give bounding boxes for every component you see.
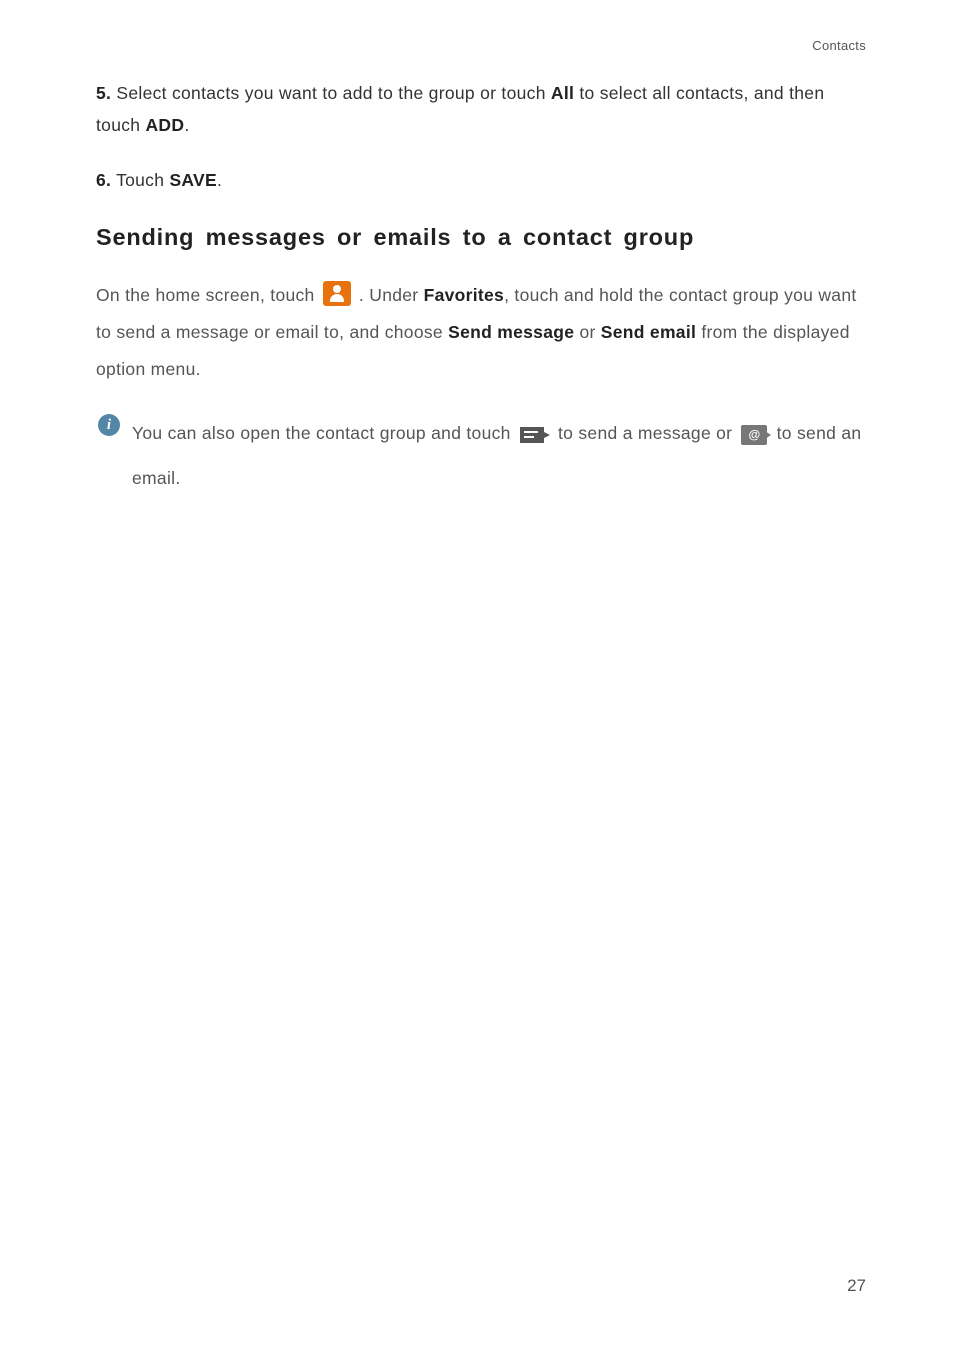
- para-bold-sendmsg: Send message: [448, 322, 574, 342]
- para-text-b: . Under: [354, 285, 424, 305]
- step-5-bold-add: ADD: [145, 115, 184, 135]
- section-heading: Sending messages or emails to a contact …: [96, 224, 866, 251]
- para-text-d: or: [574, 322, 600, 342]
- para-bold-sendemail: Send email: [601, 322, 696, 342]
- section-header-label: Contacts: [96, 38, 866, 53]
- page-number: 27: [847, 1276, 866, 1296]
- step-5-period: .: [184, 115, 189, 135]
- info-icon: i: [98, 414, 120, 436]
- info-note: i You can also open the contact group an…: [96, 411, 866, 500]
- note-text-a: You can also open the contact group and …: [132, 423, 516, 443]
- note-text-container: You can also open the contact group and …: [132, 411, 866, 500]
- step-6-number: 6.: [96, 170, 111, 190]
- para-text-a: On the home screen, touch: [96, 285, 320, 305]
- message-icon: [520, 427, 544, 443]
- step-5: 5. Select contacts you want to add to th…: [96, 77, 866, 142]
- step-5-text-a: Select contacts you want to add to the g…: [116, 83, 551, 103]
- email-icon: [741, 425, 767, 445]
- paragraph-main: On the home screen, touch . Under Favori…: [96, 277, 866, 387]
- note-text-b: to send a message or: [553, 423, 738, 443]
- step-5-bold-all: All: [551, 83, 574, 103]
- step-6-bold-save: SAVE: [169, 170, 217, 190]
- step-5-number: 5.: [96, 83, 111, 103]
- message-icon-tail: [544, 432, 550, 438]
- step-6: 6. Touch SAVE.: [96, 164, 866, 196]
- para-bold-favorites: Favorites: [424, 285, 505, 305]
- step-6-text-a: Touch: [116, 170, 169, 190]
- contacts-app-icon: [323, 281, 351, 306]
- step-6-period: .: [217, 170, 222, 190]
